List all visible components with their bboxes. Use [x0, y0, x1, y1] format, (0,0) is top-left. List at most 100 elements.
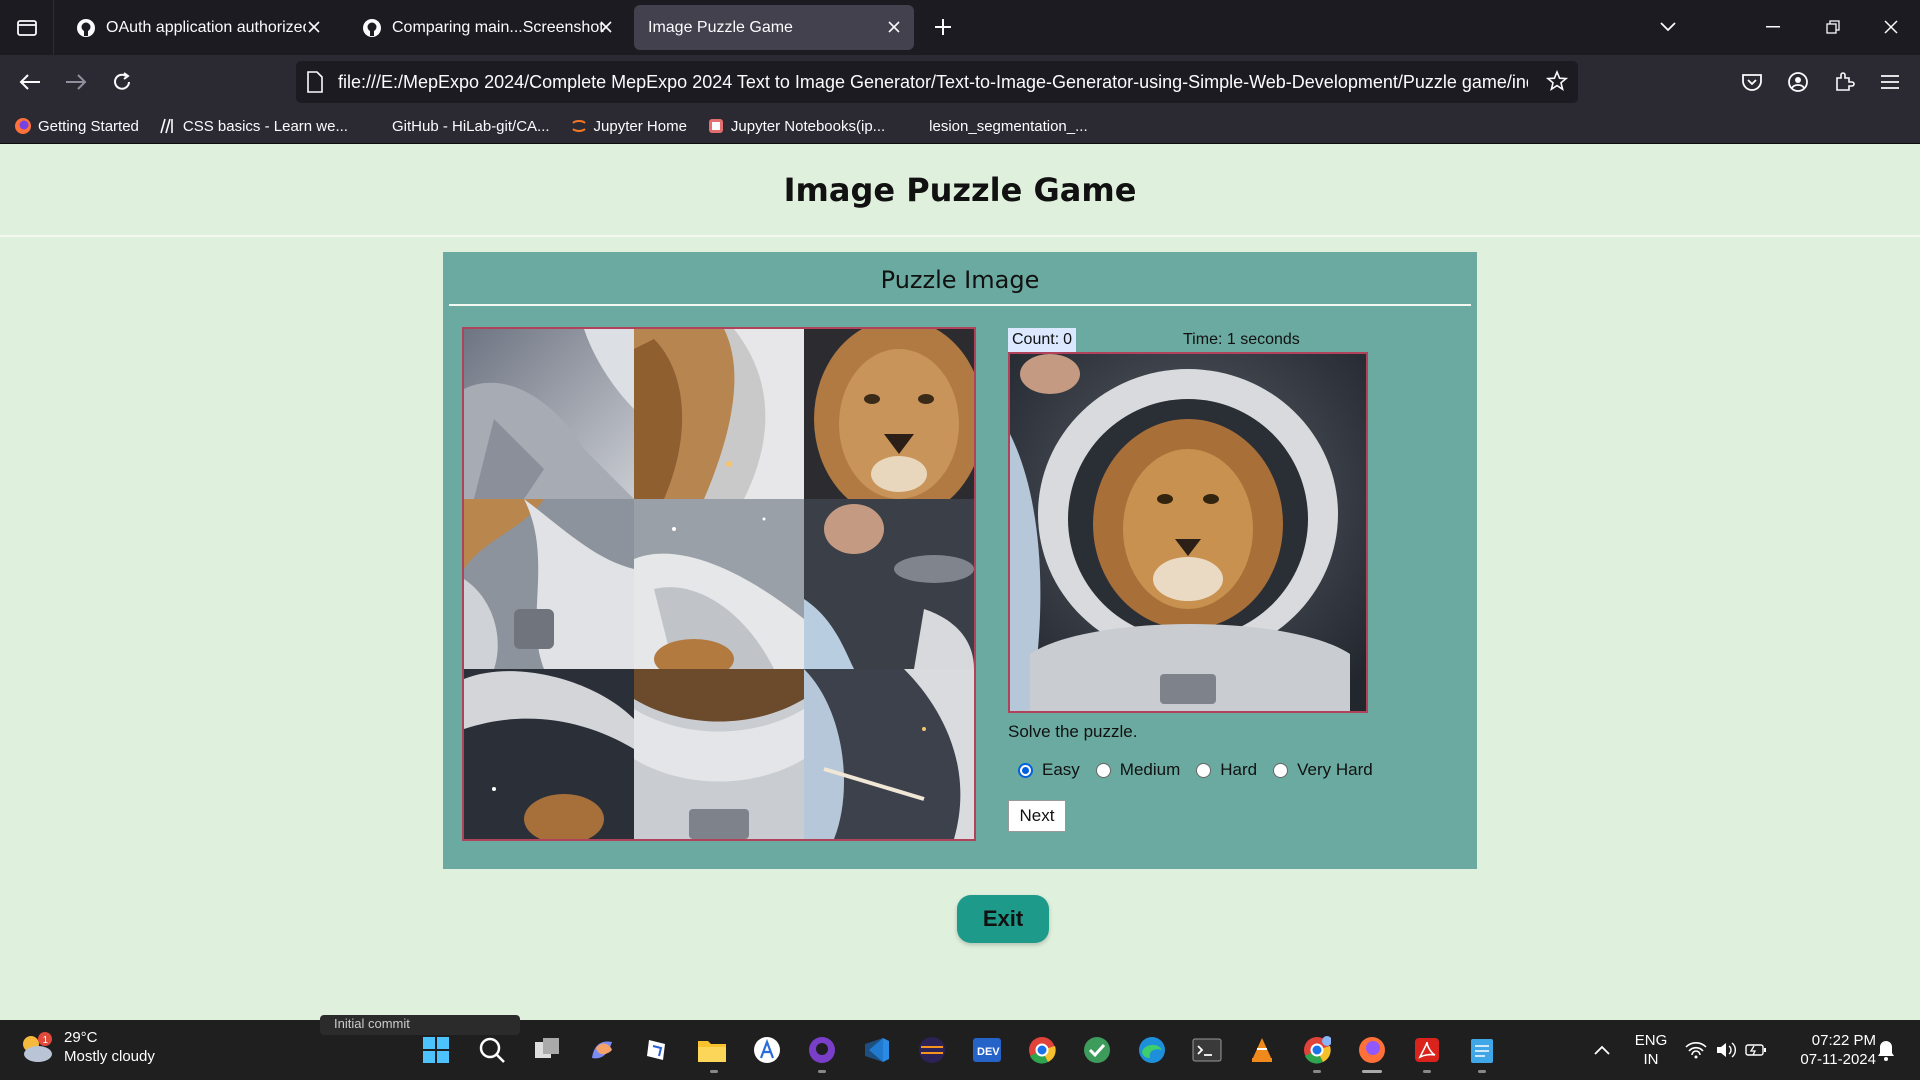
page-content: Image Puzzle Game Puzzle Image Count: 0 …: [0, 145, 1920, 1020]
url-text[interactable]: file:///E:/MepExpo 2024/Complete MepExpo…: [338, 72, 1528, 93]
weather-widget[interactable]: 1 29°C Mostly cloudy: [18, 1028, 155, 1066]
page-icon: [307, 71, 323, 93]
bookmark-lesion-segmentation[interactable]: lesion_segmentation_...: [905, 117, 1088, 135]
github-desktop-icon[interactable]: [806, 1034, 838, 1066]
tab-overflow-button[interactable]: [1655, 14, 1681, 40]
close-window-button[interactable]: [1878, 14, 1904, 40]
bookmark-jupyter-home[interactable]: Jupyter Home: [570, 117, 687, 135]
count-label: Count:: [1012, 331, 1060, 348]
label-hard[interactable]: Hard: [1220, 760, 1257, 780]
wifi-icon[interactable]: [1680, 1034, 1712, 1066]
tab-title: Image Puzzle Game: [648, 18, 793, 36]
bookmark-jupyter-notebooks[interactable]: Jupyter Notebooks(ip...: [707, 117, 885, 135]
hamburger-menu-icon: [1881, 75, 1899, 89]
close-tab-icon[interactable]: [304, 17, 324, 37]
language-bottom: IN: [1643, 1051, 1659, 1068]
puzzle-tile[interactable]: [634, 329, 804, 499]
task-view-icon[interactable]: [531, 1034, 563, 1066]
puzzle-tile[interactable]: [464, 669, 634, 839]
panel-title: Puzzle Image: [880, 266, 1040, 294]
count-value: 0: [1063, 331, 1073, 348]
back-button[interactable]: [16, 68, 44, 96]
pocket-button[interactable]: [1738, 68, 1766, 96]
chrome-icon[interactable]: [1026, 1034, 1058, 1066]
tooltip: Initial commit: [320, 1015, 520, 1035]
address-bar[interactable]: file:///E:/MepExpo 2024/Complete MepExpo…: [296, 61, 1578, 103]
puzzle-tile[interactable]: [804, 499, 974, 669]
chrome-profile-icon[interactable]: [1301, 1034, 1333, 1066]
clock-date: 07-11-2024: [1800, 1051, 1876, 1068]
show-hidden-icons-chevron-icon[interactable]: [1586, 1034, 1618, 1066]
preview-image: [1008, 352, 1368, 713]
back-arrow-icon: [19, 74, 40, 90]
terminal-icon[interactable]: [1191, 1034, 1223, 1066]
bookmark-star-icon[interactable]: [1546, 70, 1568, 92]
extensions-button[interactable]: [1830, 68, 1858, 96]
pocket-icon: [1742, 74, 1762, 91]
svg-text:DEV: DEV: [977, 1046, 1000, 1058]
notification-bell-icon[interactable]: [1870, 1034, 1902, 1066]
bookmark-label: Getting Started: [38, 117, 139, 135]
label-medium[interactable]: Medium: [1120, 760, 1180, 780]
battery-icon[interactable]: [1740, 1034, 1772, 1066]
eclipse-icon[interactable]: [916, 1034, 948, 1066]
puzzle-tile[interactable]: [464, 329, 634, 499]
minimize-button[interactable]: [1760, 14, 1786, 40]
chevron-down-icon: [1660, 22, 1676, 32]
copilot-icon[interactable]: [586, 1034, 618, 1066]
exit-button[interactable]: Exit: [957, 895, 1049, 943]
puzzle-tile[interactable]: [634, 669, 804, 839]
taskbar: Initial commit 1 29°C Mostly cloudy DEV …: [0, 1015, 1920, 1080]
puzzle-tile[interactable]: [804, 669, 974, 839]
bookmark-github-hilab[interactable]: GitHub - HiLab-git/CA...: [368, 117, 550, 135]
menu-button[interactable]: [1876, 68, 1904, 96]
tab-oauth[interactable]: OAuth application authorized: [62, 5, 334, 50]
language-indicator[interactable]: ENG IN: [1628, 1031, 1674, 1069]
navigation-bar: file:///E:/MepExpo 2024/Complete MepExpo…: [0, 55, 1920, 109]
forward-button[interactable]: [62, 68, 90, 96]
bookmark-getting-started[interactable]: Getting Started: [14, 117, 139, 135]
label-very-hard[interactable]: Very Hard: [1297, 760, 1373, 780]
puzzle-tile[interactable]: [804, 329, 974, 499]
reload-button[interactable]: [108, 68, 136, 96]
next-button[interactable]: Next: [1008, 800, 1066, 832]
running-indicator: [818, 1070, 826, 1073]
github-icon: [368, 118, 385, 134]
vlc-icon[interactable]: [1246, 1034, 1278, 1066]
close-tab-icon[interactable]: [884, 17, 904, 37]
puzzle-tile[interactable]: [634, 499, 804, 669]
close-tab-icon[interactable]: [596, 17, 616, 37]
running-indicator: [710, 1070, 718, 1073]
vscode-icon[interactable]: [861, 1034, 893, 1066]
radio-medium[interactable]: [1095, 762, 1111, 778]
radio-easy[interactable]: [1018, 762, 1033, 778]
clock[interactable]: 07:22 PM 07-11-2024: [1780, 1031, 1876, 1069]
app-a-icon[interactable]: [751, 1034, 783, 1066]
tasks-icon[interactable]: [1081, 1034, 1113, 1066]
tab-comparing[interactable]: Comparing main...Screenshot-o: [348, 5, 620, 50]
bookmark-css-basics[interactable]: CSS basics - Learn we...: [159, 117, 348, 135]
radio-hard[interactable]: [1196, 762, 1212, 778]
bookmark-label: Jupyter Home: [593, 117, 687, 135]
running-indicator: [1423, 1070, 1431, 1073]
github-icon: [77, 18, 95, 37]
account-button[interactable]: [1784, 68, 1812, 96]
new-tab-button[interactable]: [930, 14, 956, 40]
store-icon[interactable]: [641, 1034, 673, 1066]
reload-icon: [114, 72, 130, 90]
file-explorer-icon[interactable]: [696, 1034, 728, 1066]
tab-image-puzzle[interactable]: Image Puzzle Game: [634, 5, 914, 50]
search-icon[interactable]: [476, 1034, 508, 1066]
label-easy[interactable]: Easy: [1042, 760, 1080, 780]
notepad-icon[interactable]: [1466, 1034, 1498, 1066]
acrobat-icon[interactable]: [1411, 1034, 1443, 1066]
volume-icon[interactable]: [1710, 1034, 1742, 1066]
radio-very-hard[interactable]: [1273, 762, 1289, 778]
dev-icon[interactable]: DEV: [971, 1034, 1003, 1066]
tab-list-button[interactable]: [0, 0, 54, 55]
firefox-icon[interactable]: [1356, 1034, 1388, 1066]
start-icon[interactable]: [420, 1034, 452, 1066]
restore-button[interactable]: [1820, 14, 1846, 40]
puzzle-tile[interactable]: [464, 499, 634, 669]
edge-icon[interactable]: [1136, 1034, 1168, 1066]
